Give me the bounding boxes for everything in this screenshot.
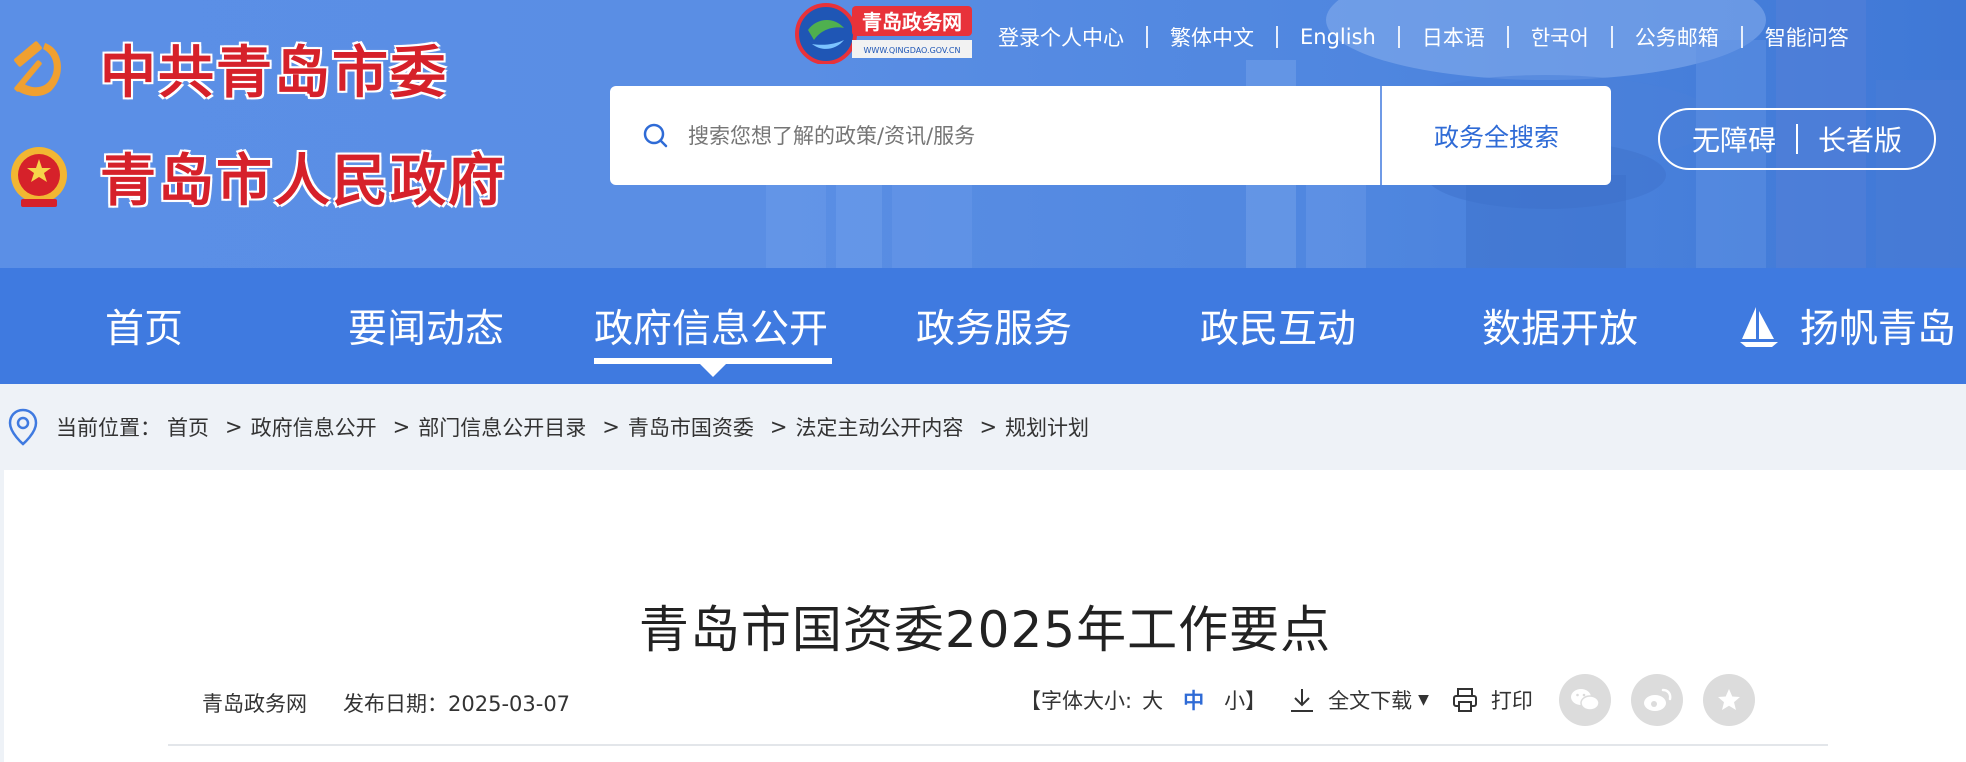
article-tools: 【字体大小: 大 中 小 】 全文下载 ▼ 打印	[1020, 674, 1755, 726]
print-button[interactable]: 打印	[1451, 685, 1533, 715]
wechat-icon	[1570, 689, 1600, 711]
breadcrumb-separator: >	[769, 415, 788, 439]
divider	[1397, 26, 1400, 48]
download-label: 全文下载	[1328, 689, 1413, 713]
breadcrumb-label: 当前位置：	[56, 416, 161, 440]
breadcrumb: 当前位置： 首页 > 政府信息公开 > 部门信息公开目录 > 青岛市国资委 > …	[0, 384, 1966, 470]
nav-interaction[interactable]: 政民互动	[1200, 268, 1356, 384]
star-icon	[1717, 689, 1740, 710]
article-panel: 青岛市国资委2025年工作要点 青岛政务网 发布日期：2025-03-07 【字…	[4, 470, 1966, 762]
party-committee-logo[interactable]: 中共青岛市委	[4, 28, 448, 109]
smart-qa-link[interactable]: 智能问答	[1765, 22, 1849, 52]
font-size-large[interactable]: 大	[1142, 685, 1163, 715]
divider	[1276, 26, 1278, 48]
nav-active-caret	[700, 364, 726, 377]
breadcrumb-separator: >	[602, 415, 620, 439]
search-all-button[interactable]: 政务全搜索	[1382, 86, 1611, 185]
site-header: 中共青岛市委 青岛市人民政府 青岛政务网 WWW.QINGDAO.GOV.CN …	[0, 0, 1966, 268]
breadcrumb-separator: >	[979, 415, 998, 439]
download-button[interactable]: 全文下载 ▼	[1288, 685, 1429, 715]
font-size-medium[interactable]: 中	[1183, 685, 1204, 715]
location-pin-icon	[8, 408, 38, 446]
city-government-logo[interactable]: 青岛市人民政府	[4, 136, 506, 217]
traditional-chinese-link[interactable]: 繁体中文	[1170, 22, 1254, 52]
page: 中共青岛市委 青岛市人民政府 青岛政务网 WWW.QINGDAO.GOV.CN …	[0, 0, 1966, 762]
portal-logo-url: WWW.QINGDAO.GOV.CN	[864, 46, 961, 55]
search-icon	[643, 123, 668, 147]
accessibility-switch: 无障碍 长者版	[1658, 108, 1936, 170]
nav-sail-qingdao-label: 扬帆青岛	[1800, 307, 1957, 352]
divider	[1796, 124, 1798, 154]
elderly-mode-button[interactable]: 长者版	[1818, 119, 1902, 159]
nav-home[interactable]: 首页	[105, 268, 183, 384]
barrier-free-button[interactable]: 无障碍	[1692, 119, 1776, 159]
nav-open-data[interactable]: 数据开放	[1482, 268, 1638, 384]
divider	[1506, 26, 1509, 48]
breadcrumb-sasac[interactable]: 青岛市国资委	[628, 412, 754, 442]
article-meta: 青岛政务网 发布日期：2025-03-07	[202, 688, 570, 718]
breadcrumb-planning[interactable]: 规划计划	[1005, 412, 1089, 442]
city-government-name: 青岛市人民政府	[100, 148, 506, 214]
login-link[interactable]: 登录个人中心	[998, 22, 1124, 52]
breadcrumb-separator: >	[225, 415, 243, 439]
font-size-small[interactable]: 小	[1224, 685, 1245, 715]
breadcrumb-separator: >	[392, 415, 411, 439]
search-input[interactable]	[688, 123, 1368, 148]
font-size-label: 【字体大小:	[1020, 689, 1133, 713]
nav-gov-services[interactable]: 政务服务	[916, 268, 1072, 384]
qingdao-portal-logo[interactable]: 青岛政务网 WWW.QINGDAO.GOV.CN	[792, 0, 976, 65]
korean-link[interactable]: 한국어	[1531, 22, 1589, 52]
japanese-link[interactable]: 日本语	[1422, 22, 1485, 52]
article-source: 青岛政务网	[202, 692, 307, 716]
chevron-down-icon: ▼	[1418, 692, 1429, 708]
font-size-bracket: 】	[1245, 689, 1267, 713]
top-links: 登录个人中心 繁体中文 English 日本语 한국어 公务邮箱 智能问答	[998, 22, 1849, 52]
divider	[1146, 26, 1148, 48]
english-link[interactable]: English	[1300, 25, 1376, 49]
nav-news[interactable]: 要闻动态	[348, 268, 504, 384]
sail-icon	[1740, 307, 1778, 347]
share-weibo-button[interactable]	[1630, 674, 1683, 726]
divider	[1740, 26, 1743, 48]
party-committee-name: 中共青岛市委	[100, 40, 448, 106]
publish-date: 发布日期：2025-03-07	[343, 692, 571, 716]
breadcrumb-statutory-content[interactable]: 法定主动公开内容	[795, 412, 963, 442]
weibo-icon	[1643, 688, 1672, 711]
main-nav: 首页 要闻动态 政府信息公开 政务服务 政民互动 数据开放 扬帆青岛	[0, 268, 1966, 384]
share-wechat-button[interactable]	[1558, 674, 1611, 726]
favorite-button[interactable]	[1702, 674, 1755, 726]
print-icon	[1452, 688, 1477, 712]
search-bar: 政务全搜索	[610, 86, 1611, 185]
breadcrumb-home[interactable]: 首页	[167, 412, 209, 442]
divider	[1610, 26, 1613, 48]
nav-sail-qingdao[interactable]: 扬帆青岛	[1736, 268, 1956, 384]
article-title: 青岛市国资委2025年工作要点	[638, 601, 1332, 659]
divider	[168, 744, 1828, 746]
national-emblem-icon	[4, 142, 74, 212]
breadcrumb-dept-catalog[interactable]: 部门信息公开目录	[418, 412, 586, 442]
hammer-sickle-icon	[4, 34, 74, 104]
portal-logo-text: 青岛政务网	[862, 10, 962, 34]
download-icon	[1291, 689, 1314, 712]
official-mail-link[interactable]: 公务邮箱	[1635, 22, 1719, 52]
print-label: 打印	[1490, 689, 1533, 713]
breadcrumb-gov-info[interactable]: 政府信息公开	[251, 412, 377, 442]
